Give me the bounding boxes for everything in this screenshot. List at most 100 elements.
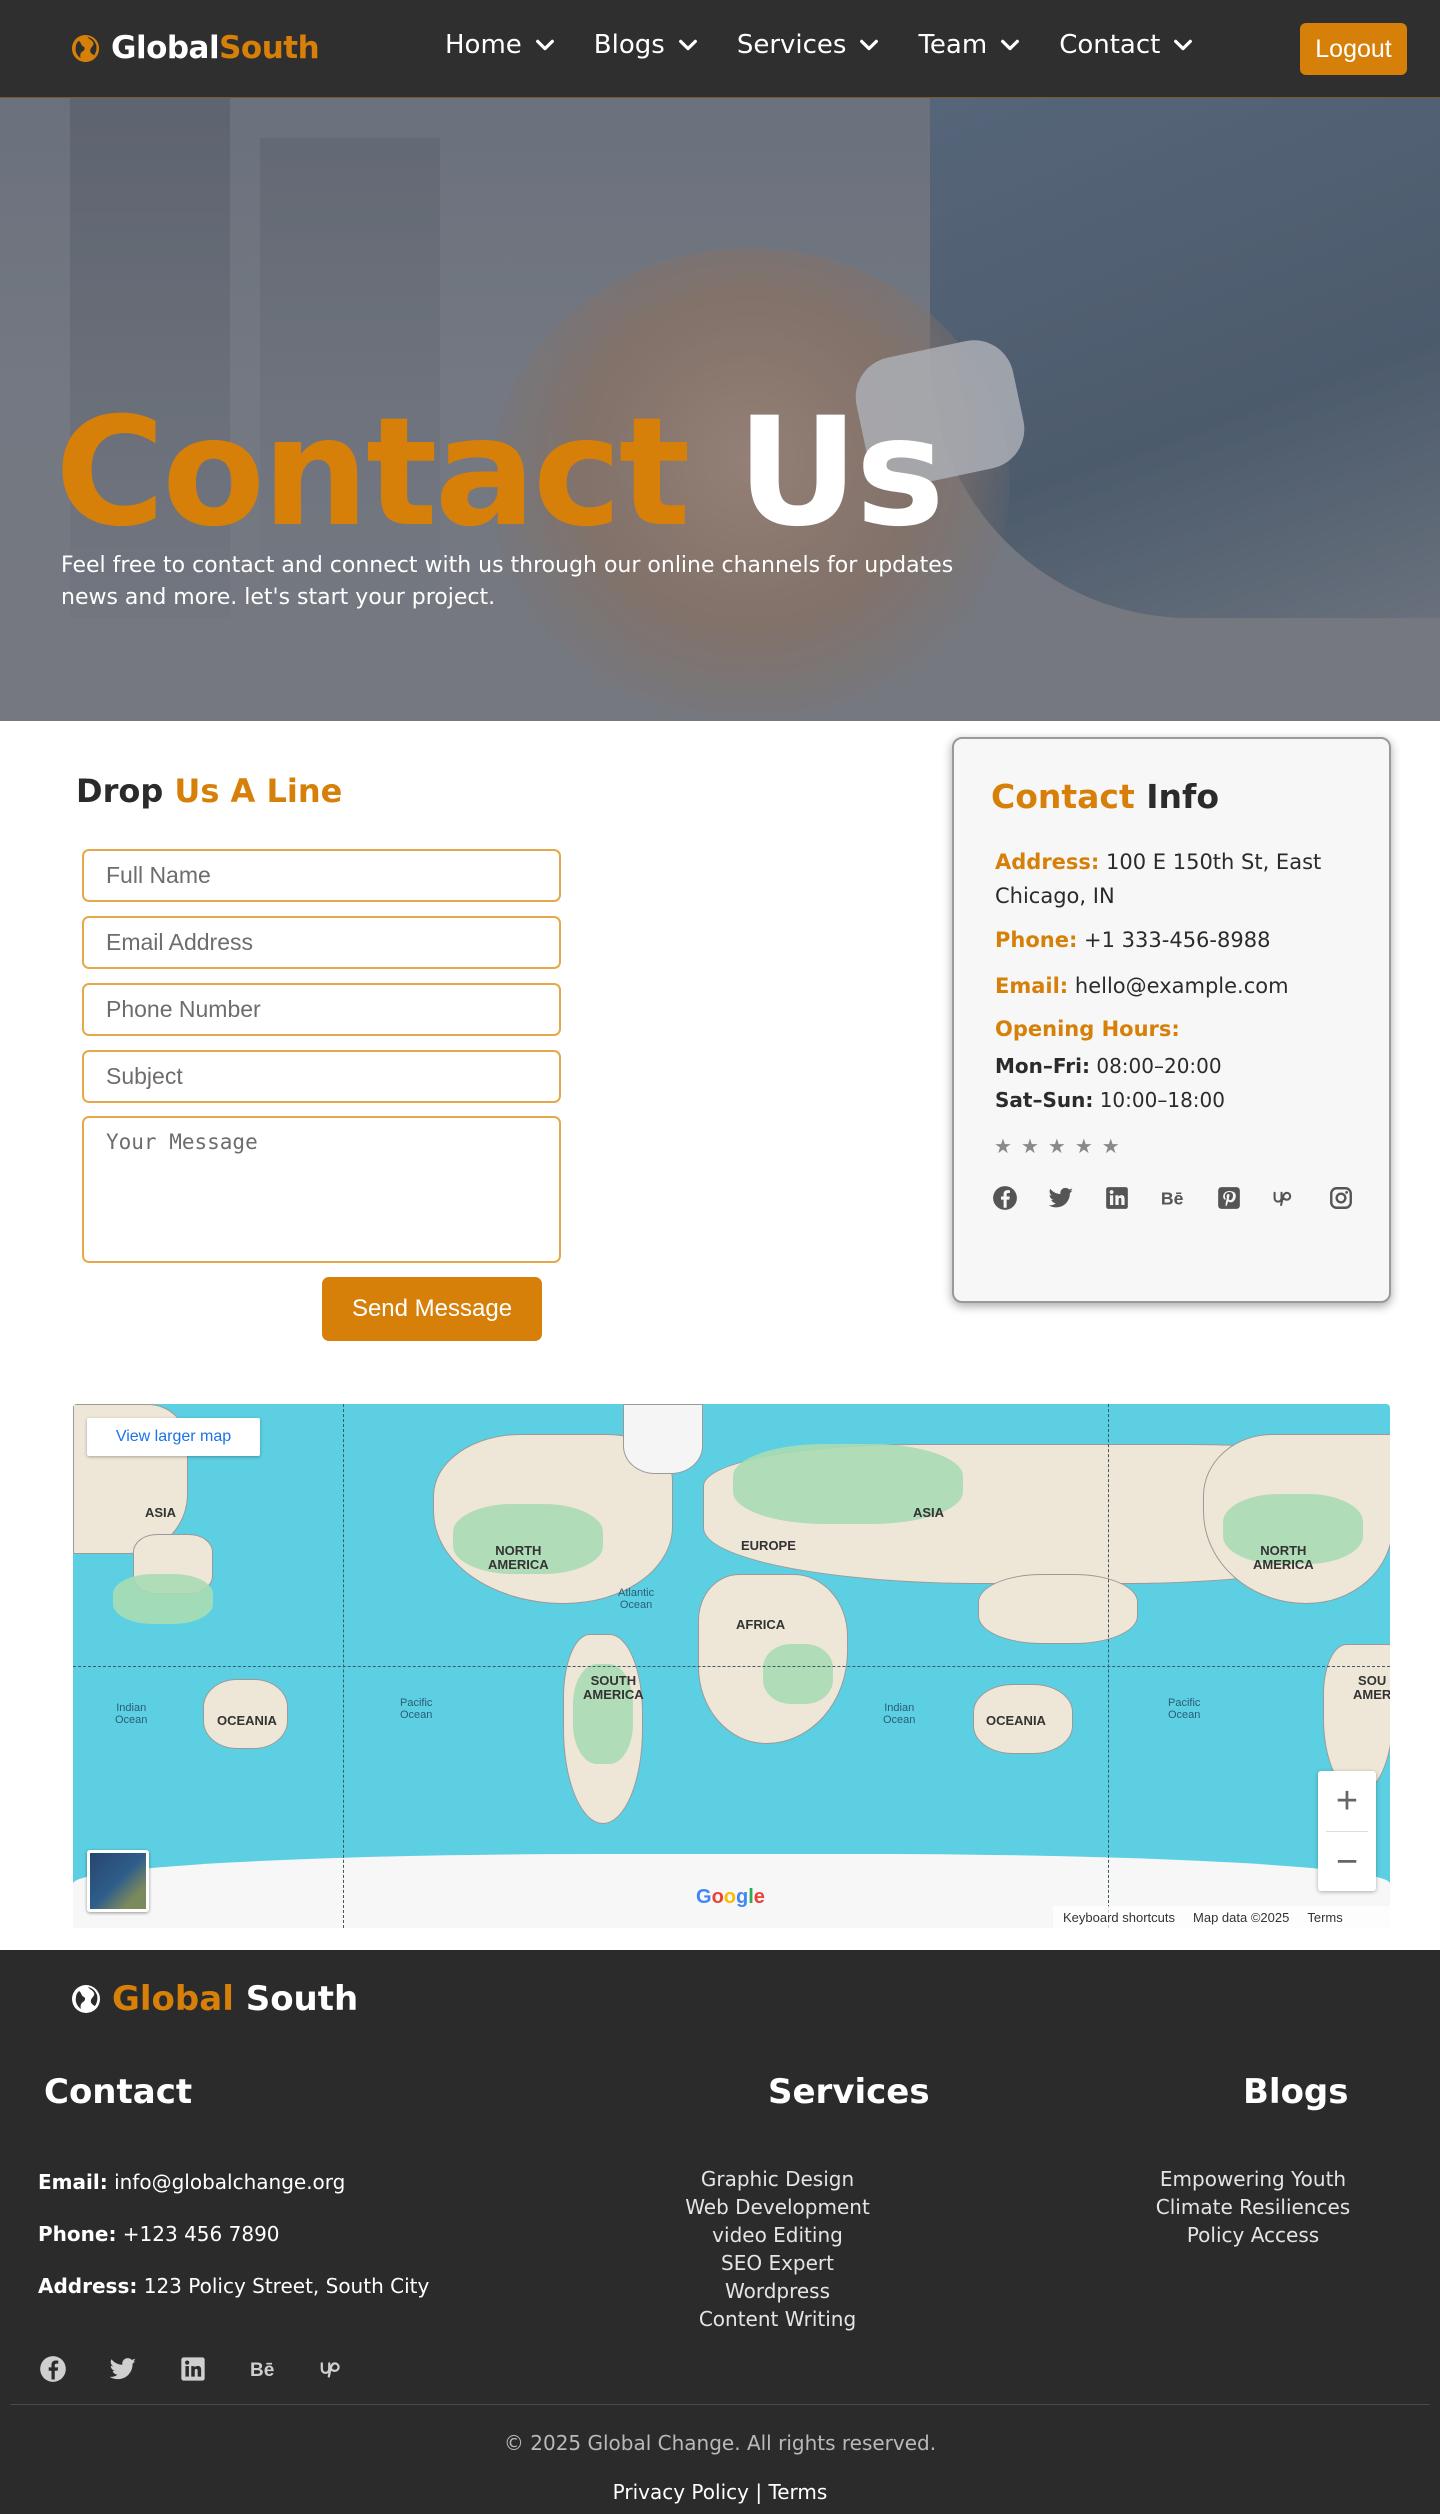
map-label-north-america: NORTH AMERICA [488, 1543, 549, 1572]
footer-service-link[interactable]: Web Development [655, 2193, 900, 2221]
footer-brand[interactable]: Global South [70, 1979, 358, 2019]
keyboard-shortcuts-link[interactable]: Keyboard shortcuts [1063, 1910, 1175, 1925]
star-icon: ★ [994, 1134, 1012, 1158]
weekend-hours: Sat–Sun: 10:00–18:00 [995, 1088, 1225, 1112]
message-field[interactable] [82, 1116, 561, 1263]
email-field[interactable] [82, 916, 561, 969]
privacy-policy-link[interactable]: Privacy Policy [613, 2480, 749, 2504]
behance-icon[interactable]: Bē [248, 2354, 278, 2384]
nav-item-contact[interactable]: Contact [1059, 30, 1194, 60]
footer-blogs-list: Empowering Youth Climate Resiliences Pol… [1128, 2165, 1378, 2249]
weekend-label: Sat–Sun: [995, 1088, 1094, 1112]
phone-row: Phone: +1 333-456-8988 [995, 923, 1380, 957]
footer-brand-part2: South [245, 1979, 359, 2019]
address-label: Address: [995, 850, 1100, 874]
map-date-line [343, 1404, 344, 1928]
zoom-out-button[interactable]: − [1318, 1832, 1376, 1892]
star-icon: ★ [1074, 1134, 1093, 1158]
phone-field[interactable] [82, 983, 561, 1036]
footer-service-link[interactable]: SEO Expert [655, 2249, 900, 2277]
footer-phone-row: Phone: +123 456 7890 [38, 2222, 280, 2246]
map-landmass [623, 1404, 703, 1474]
weekend-value: 10:00–18:00 [1099, 1088, 1225, 1112]
full-name-field[interactable] [82, 849, 561, 902]
footer-address-label: Address: [38, 2274, 138, 2298]
footer-email-row: Email: info@globalchange.org [38, 2170, 345, 2194]
map-label-asia: ASIA [145, 1505, 177, 1520]
footer-service-link[interactable]: video Editing [655, 2221, 900, 2249]
star-icon: ★ [1047, 1134, 1066, 1158]
footer-services-heading: Services [768, 2072, 930, 2112]
chevron-down-icon [678, 39, 697, 51]
footer-phone-value[interactable]: +123 456 7890 [123, 2222, 280, 2246]
twitter-icon[interactable] [108, 2354, 138, 2384]
footer-phone-label: Phone: [38, 2222, 117, 2246]
map-terms-link[interactable]: Terms [1307, 1910, 1342, 1925]
subject-field[interactable] [82, 1050, 561, 1103]
footer-brand-part1: Global [112, 1979, 234, 2019]
footer-social-links: Bē [38, 2354, 348, 2384]
navbar: GlobalSouth Home Blogs Services Team Con… [0, 0, 1440, 98]
footer-service-link[interactable]: Wordpress [655, 2277, 900, 2305]
nav-item-label: Team [918, 30, 988, 60]
behance-icon[interactable]: Bē [1160, 1185, 1186, 1211]
globe-icon [72, 1985, 100, 2013]
brand-name-part2: South [219, 30, 320, 66]
embedded-map[interactable]: ASIA NORTH AMERICA Atlantic Ocean EUROPE… [73, 1404, 1390, 1928]
hero-description: Feel free to contact and connect with us… [61, 553, 954, 610]
contact-social-links: Bē [992, 1185, 1354, 1211]
brand-logo[interactable]: GlobalSouth [70, 30, 320, 66]
upwork-icon[interactable] [318, 2354, 348, 2384]
email-row: Email: hello@example.com [995, 969, 1380, 1003]
map-vegetation [113, 1574, 213, 1624]
map-label-south-america: SOUTH AMERICA [583, 1673, 644, 1702]
svg-text:Bē: Bē [1161, 1189, 1184, 1209]
linkedin-icon[interactable] [1104, 1185, 1130, 1211]
page-title-part2: Us [736, 386, 945, 560]
map-equator-line [73, 1666, 1390, 1667]
google-logo-letter: o [711, 1886, 724, 1908]
send-message-button[interactable]: Send Message [322, 1277, 542, 1341]
page-title: Contact Us [55, 398, 945, 548]
terms-link[interactable]: Terms [768, 2480, 827, 2504]
footer-contact-heading: Contact [44, 2072, 193, 2112]
footer: Global South Contact Services Blogs Emai… [0, 1950, 1440, 2514]
logout-button[interactable]: Logout [1300, 23, 1407, 75]
star-icon: ★ [1101, 1134, 1120, 1158]
weekday-value: 08:00–20:00 [1096, 1054, 1222, 1078]
nav-item-services[interactable]: Services [737, 30, 881, 60]
footer-email-value[interactable]: info@globalchange.org [114, 2170, 345, 2194]
chevron-down-icon [1174, 39, 1193, 51]
map-label-europe: EUROPE [741, 1538, 796, 1553]
map-label-atlantic-ocean: Atlantic Ocean [618, 1587, 655, 1611]
zoom-in-button[interactable]: + [1318, 1771, 1376, 1831]
linkedin-icon[interactable] [178, 2354, 208, 2384]
contact-info-title-part2: Info [1146, 777, 1220, 816]
rating-stars: ★ ★ ★ ★ ★ [994, 1134, 1120, 1158]
nav-item-blogs[interactable]: Blogs [594, 30, 699, 60]
upwork-icon[interactable] [1272, 1185, 1298, 1211]
instagram-icon[interactable] [1328, 1185, 1354, 1211]
footer-email-label: Email: [38, 2170, 108, 2194]
chevron-down-icon [860, 39, 879, 51]
email-label: Email: [995, 974, 1069, 998]
main-nav: Home Blogs Services Team Contact [445, 30, 1194, 60]
footer-blog-link[interactable]: Empowering Youth [1128, 2165, 1378, 2193]
footer-service-link[interactable]: Graphic Design [655, 2165, 900, 2193]
svg-text:Bē: Bē [250, 2360, 274, 2381]
map-label-africa: AFRICA [736, 1617, 786, 1632]
view-larger-map-link[interactable]: View larger map [87, 1418, 260, 1456]
weekday-hours: Mon–Fri: 08:00–20:00 [995, 1054, 1222, 1078]
twitter-icon[interactable] [1048, 1185, 1074, 1211]
footer-blog-link[interactable]: Policy Access [1128, 2221, 1378, 2249]
nav-item-home[interactable]: Home [445, 30, 556, 60]
satellite-view-toggle[interactable] [87, 1850, 149, 1912]
map-attribution: Keyboard shortcuts Map data ©2025 Terms [1053, 1906, 1390, 1928]
contact-info-card: Contact Info Address: 100 E 150th St, Ea… [952, 737, 1391, 1303]
facebook-icon[interactable] [38, 2354, 68, 2384]
footer-blog-link[interactable]: Climate Resiliences [1128, 2193, 1378, 2221]
pinterest-icon[interactable] [1216, 1185, 1242, 1211]
footer-service-link[interactable]: Content Writing [655, 2305, 900, 2333]
facebook-icon[interactable] [992, 1185, 1018, 1211]
nav-item-team[interactable]: Team [918, 30, 1021, 60]
